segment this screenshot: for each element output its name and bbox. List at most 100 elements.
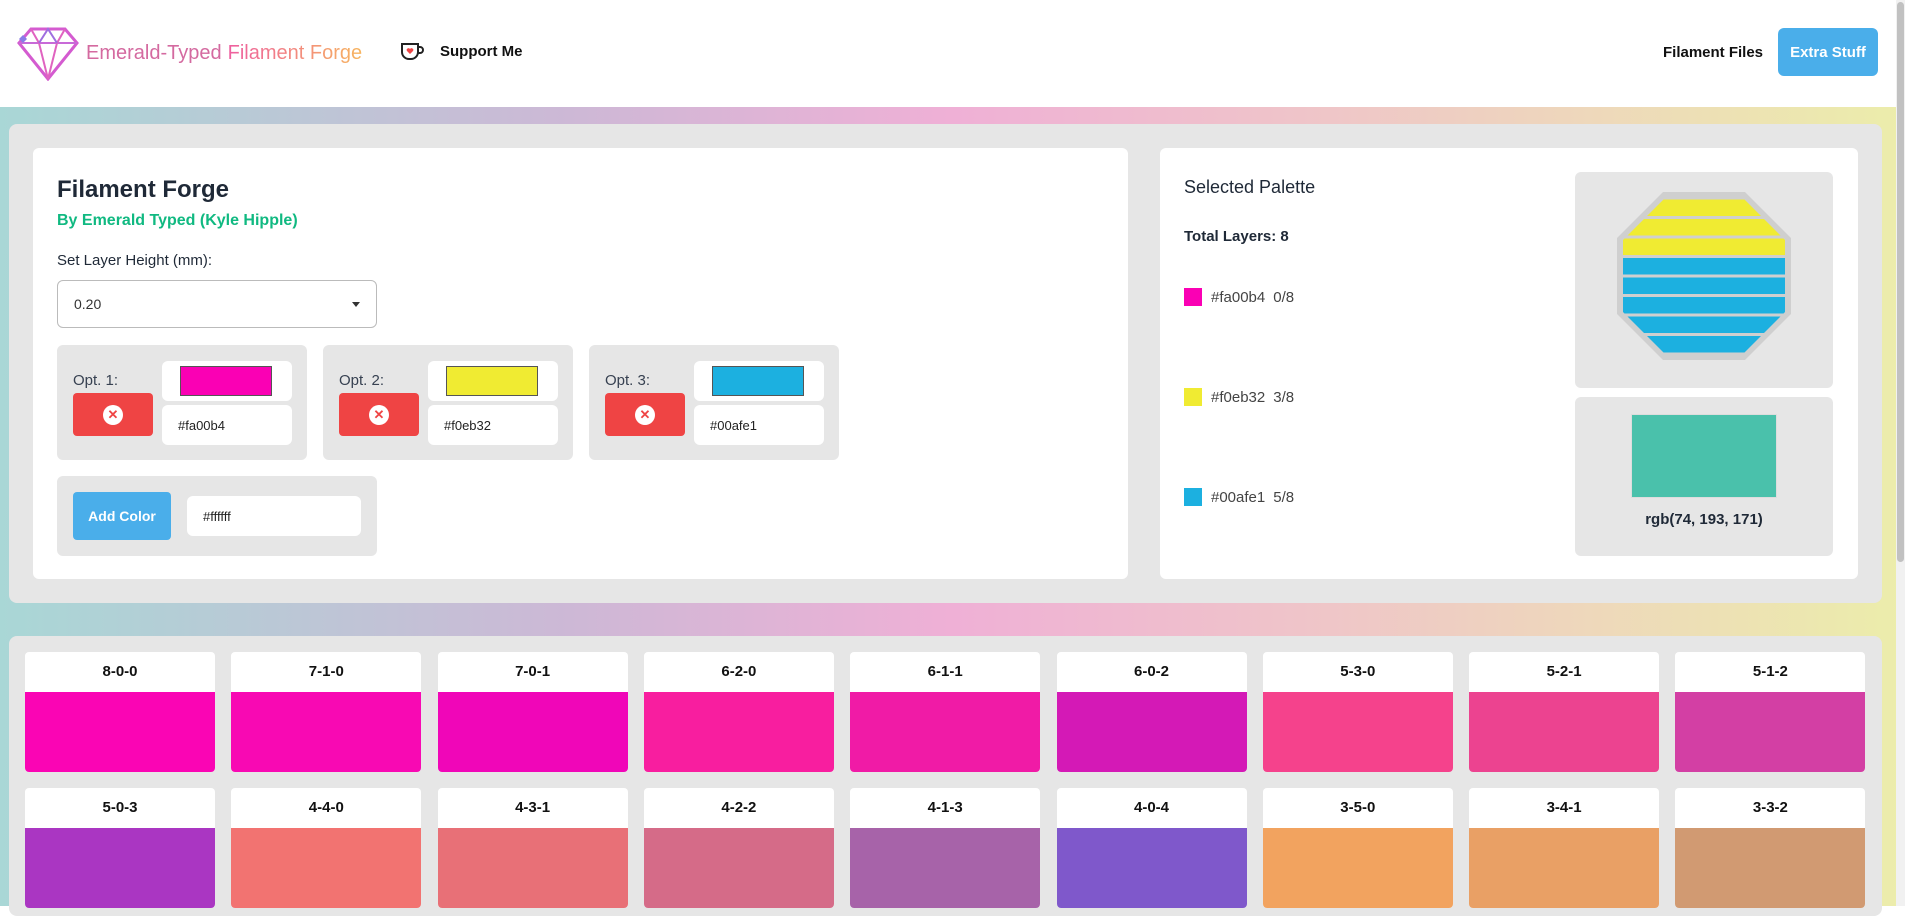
combination-tile[interactable]: 3-3-2 [1675,788,1866,908]
preview-layer-stripe [1623,336,1785,353]
author-byline: By Emerald Typed (Kyle Hipple) [57,212,298,229]
palette-hex: #f0eb32 [1211,388,1266,406]
palette-swatch [1184,388,1202,406]
combination-swatch [643,828,834,908]
combination-label: 4-4-0 [308,799,344,816]
coffee-cup-icon [401,43,424,60]
combination-tile[interactable]: 4-2-2 [643,788,834,908]
close-icon: ✕ [103,405,123,425]
page-scrollbar[interactable] [1896,0,1905,906]
color-picker[interactable] [162,361,292,401]
color-swatch [180,366,272,396]
preview-layer-stripe [1623,258,1785,275]
combination-tile[interactable]: 4-3-1 [437,788,628,908]
combination-label: 8-0-0 [102,663,138,680]
combination-label: 5-3-0 [1340,663,1376,680]
remove-color-button[interactable]: ✕ [339,393,419,436]
preview-layer-stripe [1623,297,1785,314]
combination-tile[interactable]: 6-2-0 [643,652,834,772]
layer-height-label: Set Layer Height (mm): [57,252,213,269]
combination-label: 3-5-0 [1340,799,1376,816]
layer-height-value: 0.20 [74,296,102,312]
combination-label: 5-0-3 [102,799,138,816]
support-me-label: Support Me [440,42,523,60]
combination-swatch [850,828,1041,908]
combination-swatch [643,692,834,772]
combination-tile[interactable]: 3-5-0 [1262,788,1453,908]
palette-count: 5/8 [1273,488,1295,506]
combination-label: 3-4-1 [1546,799,1582,816]
combination-swatch [231,692,422,772]
palette-entry: #fa00b4 0/8 [1184,288,1294,306]
combination-swatch [25,828,215,908]
combination-swatch [1675,828,1866,908]
combination-label: 5-1-2 [1752,663,1788,680]
combination-swatch [1056,828,1247,908]
palette-hex: #fa00b4 [1211,288,1266,306]
palette-swatch [1184,488,1202,506]
combination-tile[interactable]: 7-0-1 [437,652,628,772]
preview-layer-stripe [1623,238,1785,255]
combination-label: 7-0-1 [515,663,551,680]
extra-stuff-button[interactable]: Extra Stuff [1778,28,1878,76]
combination-swatch [25,692,215,772]
combination-tile[interactable]: 4-0-4 [1056,788,1247,908]
option-label: Opt. 3: [605,372,651,389]
combination-tile[interactable]: 4-4-0 [231,788,422,908]
result-color-box: rgb(74, 193, 171) [1575,397,1833,556]
combination-tile[interactable]: 5-1-2 [1675,652,1866,772]
new-color-input[interactable]: #ffffff [187,496,361,536]
color-option-3: Opt. 3: ✕ #00afe1 [589,345,839,460]
layer-height-select[interactable]: 0.20 [57,280,377,328]
combination-label: 4-3-1 [515,799,551,816]
remove-color-button[interactable]: ✕ [73,393,153,436]
palette-entry: #f0eb32 3/8 [1184,388,1294,406]
brand-title[interactable]: Emerald-Typed Filament Forge [86,42,362,65]
support-me-link[interactable]: Support Me [400,41,523,61]
combination-label: 6-2-0 [721,663,757,680]
hex-input[interactable]: #00afe1 [694,405,824,445]
filament-files-link[interactable]: Filament Files [1663,44,1763,61]
hex-input[interactable]: #fa00b4 [162,405,292,445]
palette-count: 0/8 [1273,288,1295,306]
combination-tile[interactable]: 6-1-1 [850,652,1041,772]
result-rgb-text: rgb(74, 193, 171) [1645,511,1763,528]
combination-label: 6-1-1 [927,663,963,680]
scrollbar-thumb[interactable] [1897,2,1904,562]
combination-swatch [437,828,628,908]
option-label: Opt. 1: [73,372,119,389]
combination-tile[interactable]: 5-0-3 [25,788,215,908]
layer-preview-box [1575,172,1833,388]
combination-swatch [231,828,422,908]
color-swatch [712,366,804,396]
combination-tile[interactable]: 5-3-0 [1262,652,1453,772]
page-title: Filament Forge [57,176,230,203]
remove-color-button[interactable]: ✕ [605,393,685,436]
combination-tile[interactable]: 3-4-1 [1469,788,1660,908]
color-swatch [446,366,538,396]
color-option-1: Opt. 1: ✕ #fa00b4 [57,345,307,460]
hex-input[interactable]: #f0eb32 [428,405,558,445]
combination-label: 5-2-1 [1546,663,1582,680]
combination-tile[interactable]: 4-1-3 [850,788,1041,908]
color-picker[interactable] [694,361,824,401]
combination-label: 6-0-2 [1133,663,1170,680]
selected-palette-title: Selected Palette [1184,177,1316,197]
close-icon: ✕ [369,405,389,425]
color-option-2: Opt. 2: ✕ #f0eb32 [323,345,573,460]
close-icon: ✕ [635,405,655,425]
total-layers: Total Layers: 8 [1184,228,1289,245]
color-picker[interactable] [428,361,558,401]
combination-tile[interactable]: 7-1-0 [231,652,422,772]
combination-tile[interactable]: 5-2-1 [1469,652,1660,772]
chevron-down-icon [352,302,360,307]
combination-tile[interactable]: 6-0-2 [1056,652,1247,772]
preview-layer-stripe [1623,277,1785,294]
add-color-box: Add Color #ffffff [57,476,377,556]
combination-label: 3-3-2 [1752,799,1788,816]
combination-swatch [1675,692,1866,772]
add-color-button[interactable]: Add Color [73,492,171,540]
combination-tile[interactable]: 8-0-0 [25,652,215,772]
combination-swatch [1262,828,1453,908]
diamond-logo-icon[interactable] [17,25,79,81]
